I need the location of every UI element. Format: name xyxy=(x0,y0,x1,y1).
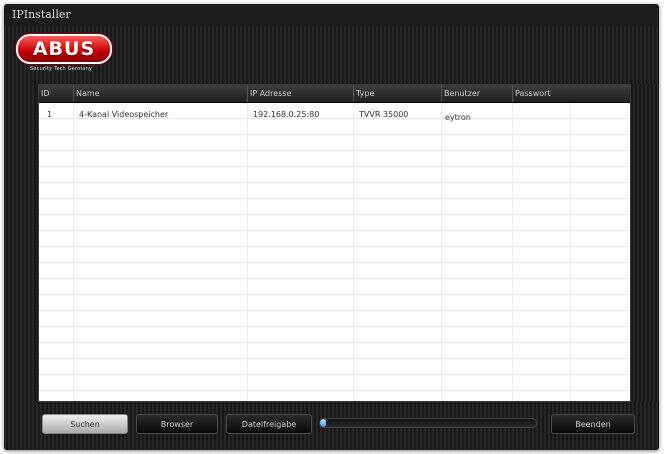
abus-logo: ABUS Security Tech Germany xyxy=(16,34,112,72)
table-row[interactable]: 1 4-Kanal Videospeicher 192.168.0.25:80 … xyxy=(39,107,630,123)
abus-tagline: Security Tech Germany xyxy=(30,66,93,72)
device-table: ID Name IP Adresse Type Benutzer Passwor… xyxy=(38,84,631,402)
cell-name: 4-Kanal Videospeicher xyxy=(79,110,169,119)
table-body xyxy=(39,103,630,401)
right-side-background xyxy=(629,84,659,450)
ipinstaller-window: IPInstaller ABUS Security Tech Germany I… xyxy=(4,4,659,450)
window-title: IPInstaller xyxy=(12,8,71,21)
column-header-id[interactable]: ID xyxy=(39,85,73,102)
table-header: ID Name IP Adresse Type Benutzer Passwor… xyxy=(39,85,630,103)
column-divider xyxy=(73,103,74,401)
search-button[interactable]: Suchen xyxy=(42,414,128,434)
cell-ip: 192.168.0.25:80 xyxy=(253,110,320,119)
column-divider xyxy=(570,103,571,401)
column-header-type[interactable]: Type xyxy=(353,85,441,102)
search-progress-bar xyxy=(319,418,537,428)
column-header-user[interactable]: Benutzer xyxy=(441,85,512,102)
browser-button[interactable]: Browser xyxy=(136,414,218,434)
abus-logo-mark: ABUS xyxy=(16,34,112,64)
column-divider xyxy=(247,103,248,401)
column-divider xyxy=(512,103,513,401)
cell-password xyxy=(515,107,517,123)
column-header-ip[interactable]: IP Adresse xyxy=(247,85,353,102)
column-divider xyxy=(441,103,442,401)
left-side-background xyxy=(4,84,36,450)
column-header-password[interactable]: Passwort xyxy=(512,85,570,102)
column-divider xyxy=(353,103,354,401)
cell-id: 1 xyxy=(47,110,53,119)
action-bar: Suchen Browser Dateifreigabe Beenden xyxy=(38,414,635,436)
column-header-name[interactable]: Name xyxy=(73,85,247,102)
cell-user: eytron xyxy=(445,113,471,122)
cell-type: TVVR 35000 xyxy=(359,110,409,119)
progress-fill xyxy=(320,419,327,427)
exit-button[interactable]: Beenden xyxy=(551,414,635,434)
file-share-button[interactable]: Dateifreigabe xyxy=(226,414,312,434)
